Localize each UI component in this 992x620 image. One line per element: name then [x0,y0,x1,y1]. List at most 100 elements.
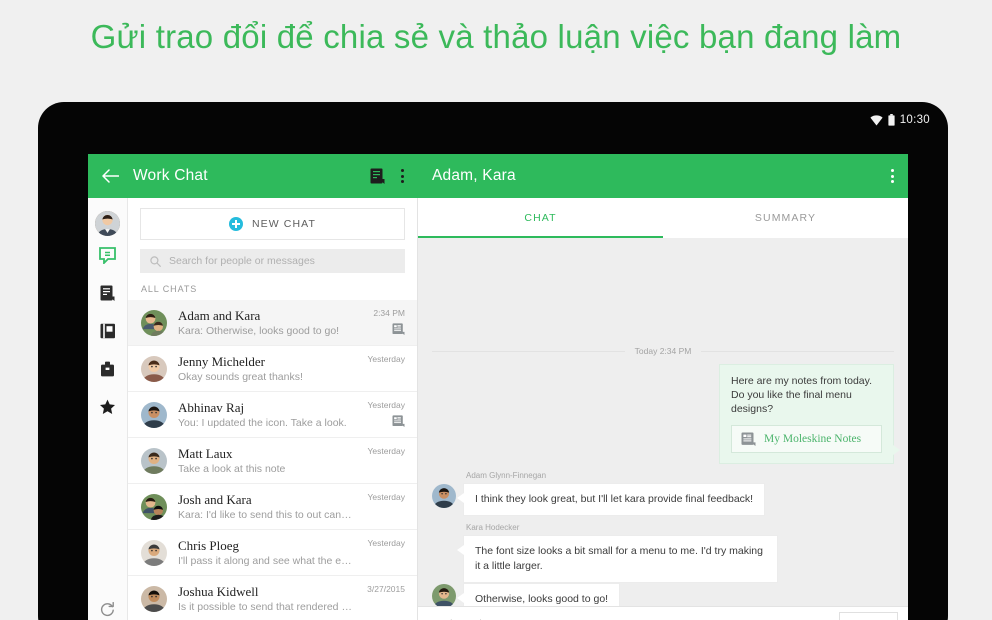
chat-list-item[interactable]: Adam and Kara Kara: Otherwise, looks good… [128,300,417,346]
chat-meta: Yesterday [368,492,406,502]
chat-snippet: I'll pass it along and see what the engi… [178,555,353,567]
send-button[interactable]: SEND [838,611,898,620]
chat-text-block: Matt Laux Take a look at this note [178,446,357,475]
outgoing-bubble: Here are my notes from today. Do you lik… [719,364,900,464]
chat-avatar [141,448,167,474]
chat-text-block: Chris Ploeg I'll pass it along and see wh… [178,538,357,567]
all-chats-header: ALL CHATS [141,284,198,294]
incoming-message-list: Adam Glynn-Finnegan I think they look gre… [432,471,894,616]
chat-avatar [141,402,167,428]
chat-text-block: Joshua Kidwell Is it possible to send tha… [178,584,356,613]
chat-snippet: You: I updated the icon. Take a look. [178,417,347,429]
sync-icon [100,601,114,616]
navigation-rail [88,198,128,620]
android-status-bar: 10:30 [38,108,948,132]
incoming-message-text: I think they look great, but I'll let ka… [475,493,754,505]
new-note-icon[interactable] [370,168,385,184]
chat-list-item[interactable]: Joshua Kidwell Is it possible to send tha… [128,576,417,620]
new-chat-label: NEW CHAT [251,218,317,230]
tablet-device-frame: 10:30 Work Chat Adam, Kara NEW CHAT Sear… [38,102,948,620]
chat-snippet: Okay sounds great thanks! [178,371,303,383]
active-tab-indicator [418,235,663,238]
sidebar-item-chat[interactable] [88,236,128,274]
sidebar-item-notebook[interactable] [88,312,128,350]
chat-avatar [141,310,167,336]
incoming-bubble: I think they look great, but I'll let ka… [456,483,766,516]
chat-timestamp: Yesterday [367,354,406,364]
chat-meta: 3/27/2015 [367,584,405,594]
incoming-bubble: The font size looks a bit small for a me… [457,535,778,583]
chat-list: Adam and Kara Kara: Otherwise, looks good… [128,300,417,620]
note-attachment-icon [392,323,405,335]
incoming-message-row: The font size looks a bit small for a me… [432,535,894,583]
sidebar-item-briefcase[interactable] [88,350,128,388]
chat-list-item[interactable]: Abhinav Raj You: I updated the icon. Take… [128,392,417,438]
sidebar-item-notes[interactable] [88,274,128,312]
message-sender: Kara Hodecker [466,523,520,532]
message-avatar [432,584,456,608]
chat-list-item[interactable]: Matt Laux Take a look at this note Yesterd… [128,438,417,484]
chat-name: Joshua Kidwell [178,584,259,599]
tab-chat[interactable]: CHAT [418,198,663,238]
status-bar-clock: 10:30 [899,114,930,126]
incoming-message-text: The font size looks a bit small for a me… [475,545,763,572]
notebook-icon [100,323,115,339]
outgoing-message: Here are my notes from today. Do you lik… [432,364,900,464]
search-input[interactable]: Search for people or messages [140,249,405,273]
outgoing-message-text: Here are my notes from today. Do you lik… [731,375,873,415]
rail-user-avatar[interactable] [95,211,120,236]
chat-list-item[interactable]: Josh and Kara Kara: I'd like to send this… [128,484,417,530]
chat-text-block: Adam and Kara Kara: Otherwise, looks good… [178,308,362,337]
new-chat-button[interactable]: NEW CHAT [140,208,405,240]
chat-name: Abhinav Raj [178,400,245,415]
chat-list-item[interactable]: Jenny Michelder Okay sounds great thanks!… [128,346,417,392]
conversation-tabs: CHAT SUMMARY [418,198,908,238]
chat-meta: 2:34 PM [373,308,405,335]
chat-timestamp: 2:34 PM [373,308,405,318]
chat-timestamp: Yesterday [367,538,406,548]
message-composer: Send a reply.. SEND [418,606,908,620]
chat-text-block: Josh and Kara Kara: I'd like to send this… [178,492,357,521]
message-avatar [432,484,456,508]
conversation-title: Adam, Kara [432,167,516,184]
conversation-overflow-menu-icon[interactable] [891,169,894,183]
tab-summary[interactable]: SUMMARY [663,198,908,238]
chat-name: Jenny Michelder [178,354,266,369]
chat-list-item[interactable]: Chris Ploeg I'll pass it along and see wh… [128,530,417,576]
chat-name: Matt Laux [178,446,233,461]
chat-meta: Yesterday [368,446,406,456]
sidebar-item-star[interactable] [88,388,128,426]
note-attachment-label: My Moleskine Notes [764,433,862,445]
note-attachment-card[interactable]: My Moleskine Notes [731,425,882,453]
chat-meta: Yesterday [368,538,406,548]
reply-input[interactable]: Send a reply.. [428,612,831,620]
overflow-menu-icon[interactable] [401,169,404,183]
chat-timestamp: 3/27/2015 [367,584,405,594]
message-sender: Adam Glynn-Finnegan [466,471,547,480]
chat-avatar [141,586,167,612]
day-divider-label: Today 2:34 PM [634,346,692,356]
chat-timestamp: Yesterday [367,492,406,502]
back-arrow-icon[interactable] [102,169,119,183]
chat-name: Josh and Kara [178,492,252,507]
chat-snippet: Kara: Otherwise, looks good to go! [178,325,340,337]
day-divider: Today 2:34 PM [432,346,895,356]
search-icon [150,255,161,267]
incoming-message: Kara Hodecker The font size looks a bit s… [432,523,894,583]
tablet-screen: Work Chat Adam, Kara NEW CHAT Search for… [88,154,908,620]
briefcase-icon [101,361,114,377]
incoming-message-row: I think they look great, but I'll let ka… [432,483,894,516]
note-attachment-icon [741,432,756,446]
chat-name: Adam and Kara [178,308,261,323]
battery-icon [888,114,895,126]
chat-timestamp: Yesterday [367,446,406,456]
chat-snippet: Take a look at this note [178,463,286,475]
page-headline: Gửi trao đổi để chia sẻ và thảo luận việ… [90,18,902,55]
chat-text-block: Abhinav Raj You: I updated the icon. Take… [178,400,357,429]
divider-line-left [432,350,625,352]
conversation-pane: CHAT SUMMARY Today 2:34 PM Here are my n… [418,198,908,620]
chat-avatar [141,540,167,566]
chat-avatar [141,494,167,520]
chat-text-block: Jenny Michelder Okay sounds great thanks! [178,354,357,383]
sidebar-item-sync[interactable] [88,590,128,620]
